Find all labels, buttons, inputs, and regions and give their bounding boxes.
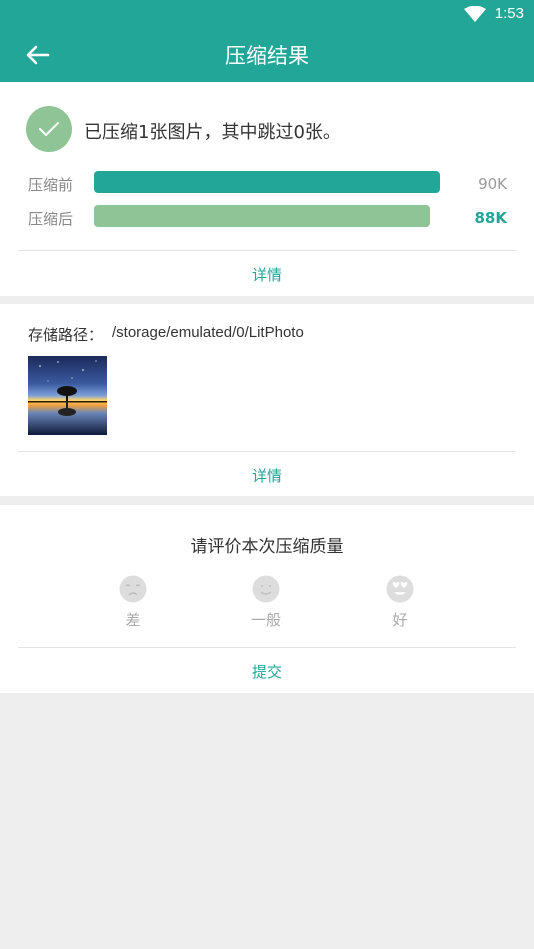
divider bbox=[18, 647, 516, 648]
before-size: 90K bbox=[478, 175, 507, 193]
success-badge bbox=[26, 106, 72, 152]
sad-face-icon bbox=[119, 575, 147, 603]
storage-card: 存储路径： /storage/emulated/0/LitPhoto 详情 bbox=[0, 304, 534, 496]
rating-option-label: 差 bbox=[125, 611, 141, 629]
after-bar-fill bbox=[94, 205, 430, 227]
rating-option-good[interactable]: 好 bbox=[365, 575, 435, 630]
divider bbox=[18, 451, 516, 452]
before-bar-fill bbox=[94, 171, 440, 193]
before-bar bbox=[94, 171, 440, 193]
storage-path-label: 存储路径： bbox=[28, 326, 104, 344]
compression-summary-card: 已压缩1张图片，其中跳过0张。 压缩前 90K 压缩后 88K 详情 bbox=[0, 82, 534, 296]
page-title: 压缩结果 bbox=[225, 44, 309, 68]
rating-option-average[interactable]: 一般 bbox=[231, 575, 301, 630]
storage-path-value: /storage/emulated/0/LitPhoto bbox=[112, 324, 304, 341]
storage-details-link[interactable]: 详情 bbox=[0, 465, 534, 486]
check-icon bbox=[39, 122, 59, 136]
rating-option-label: 一般 bbox=[250, 611, 281, 629]
status-time: 1:53 bbox=[494, 5, 524, 22]
after-bar bbox=[94, 205, 440, 227]
after-size: 88K bbox=[474, 209, 508, 227]
summary-text: 已压缩1张图片，其中跳过0张。 bbox=[84, 122, 341, 143]
status-bar: 1:53 bbox=[0, 0, 534, 28]
neutral-face-icon bbox=[252, 575, 280, 603]
summary-details-link[interactable]: 详情 bbox=[0, 264, 534, 285]
rating-option-bad[interactable]: 差 bbox=[98, 575, 168, 630]
before-label: 压缩前 bbox=[28, 176, 74, 194]
rating-title: 请评价本次压缩质量 bbox=[190, 537, 344, 557]
rating-option-label: 好 bbox=[392, 611, 408, 629]
app-bar: 压缩结果 bbox=[0, 28, 534, 82]
submit-rating-button[interactable]: 提交 bbox=[0, 661, 534, 682]
thumbnail-image bbox=[28, 356, 107, 435]
image-thumbnail[interactable] bbox=[28, 356, 107, 435]
heart-eyes-face-icon bbox=[386, 575, 414, 603]
divider bbox=[18, 250, 516, 251]
after-label: 压缩后 bbox=[28, 210, 74, 228]
wifi-icon bbox=[464, 6, 486, 22]
rating-card: 请评价本次压缩质量 差 一般 好 提交 bbox=[0, 505, 534, 693]
